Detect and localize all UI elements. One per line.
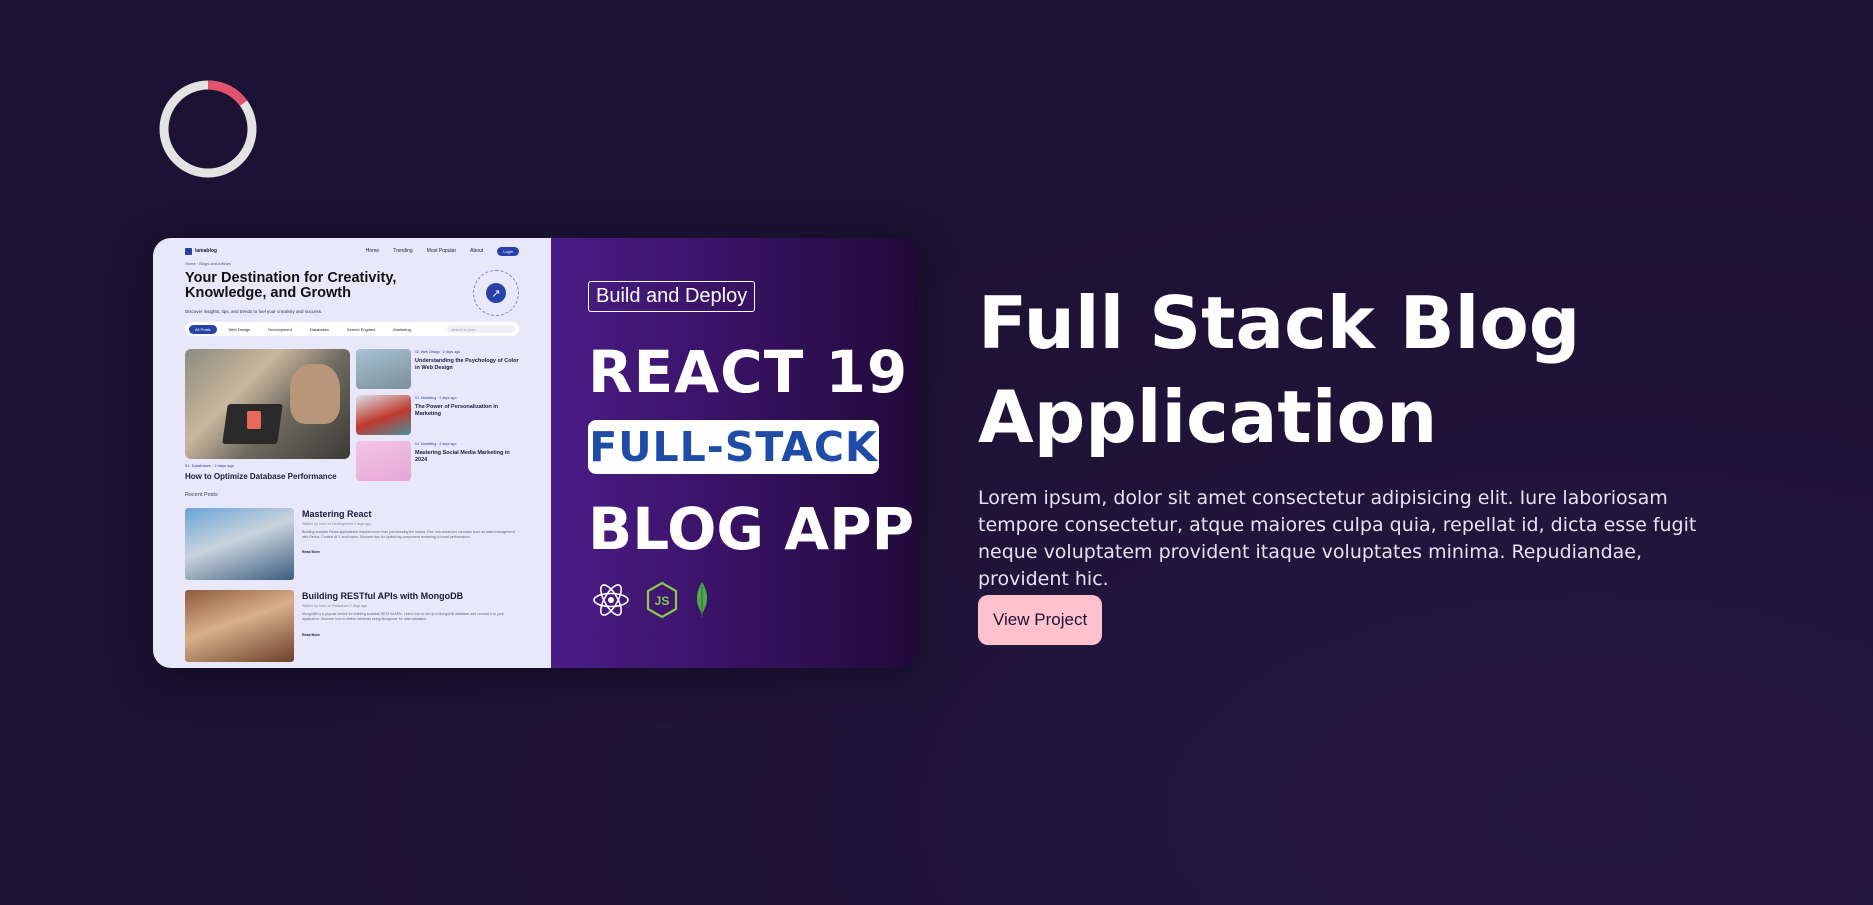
recent-post: Mastering React Written by John on Devel… bbox=[185, 508, 525, 580]
side-post: 04. Marketing · 2 days ago Mastering Soc… bbox=[356, 441, 526, 481]
nodejs-icon: JS bbox=[646, 581, 678, 619]
recent-post-title: Mastering React bbox=[302, 509, 372, 519]
screenshot-search-input: search a post... bbox=[447, 325, 515, 333]
side-post-title: The Power of Personalization in Marketin… bbox=[415, 404, 499, 417]
build-and-deploy-tag: Build and Deploy bbox=[588, 281, 756, 312]
side-post: 02. Web Design · 2 days ago Understandin… bbox=[356, 349, 526, 389]
recent-post-excerpt: MongoDB is a popular choice for building… bbox=[302, 612, 504, 621]
react-icon bbox=[593, 584, 629, 616]
screenshot-nav-links: Home Trending Most Popular About Login bbox=[365, 246, 519, 256]
recent-post-excerpt: Building scalable React applications req… bbox=[302, 530, 515, 539]
blog-app-screenshot: lamablog Home Trending Most Popular Abou… bbox=[153, 238, 551, 668]
recent-post-meta: Written by John on Development 2 days ag… bbox=[302, 522, 371, 526]
featured-post-image bbox=[185, 349, 350, 459]
featured-post-meta: 01. Databases · 2 days ago bbox=[185, 463, 234, 468]
loading-spinner bbox=[159, 80, 257, 178]
recent-post-meta: Written by John on Databases 2 days ago bbox=[302, 604, 367, 608]
screenshot-subtitle: Discover insights, tips, and trends to f… bbox=[185, 309, 323, 314]
promo-line-blog-app: BLOG APP bbox=[588, 495, 915, 563]
breadcrumb: Home › Blogs and Articles bbox=[185, 261, 232, 266]
nav-link-about: About bbox=[470, 248, 484, 254]
arrow-up-right-icon: ↗ bbox=[486, 283, 506, 303]
promo-panel: Build and Deploy REACT 19 FULL-STACK BLO… bbox=[551, 238, 916, 668]
screenshot-navbar: lamablog Home Trending Most Popular Abou… bbox=[185, 244, 519, 258]
screenshot-brand: lamablog bbox=[195, 248, 217, 254]
screenshot-title: Your Destination for Creativity, Knowled… bbox=[185, 270, 397, 301]
project-description: Lorem ipsum, dolor sit amet consectetur … bbox=[978, 487, 1697, 590]
recent-post-title: Building RESTful APIs with MongoDB bbox=[302, 591, 464, 601]
read-more-link: Read More bbox=[302, 633, 320, 637]
recent-post-image bbox=[185, 508, 294, 580]
logo-icon bbox=[185, 247, 192, 255]
project-title: Full Stack Blog Application bbox=[978, 281, 1581, 459]
side-post: 03. Marketing · 2 days ago The Power of … bbox=[356, 395, 526, 435]
side-post-thumbnail bbox=[356, 349, 411, 389]
nav-link-home: Home bbox=[365, 248, 380, 254]
category-filter-bar: All Posts Web Design Development Databas… bbox=[185, 322, 519, 336]
filter-chip-web-design: Web Design bbox=[228, 326, 251, 332]
side-post-meta: 03. Marketing · 2 days ago bbox=[415, 396, 457, 400]
nav-link-trending: Trending bbox=[393, 248, 413, 254]
mongodb-icon bbox=[696, 582, 708, 618]
recent-posts-heading: Recent Posts bbox=[185, 492, 218, 498]
filter-chip-development: Development bbox=[268, 326, 292, 332]
tech-icons: JS bbox=[591, 580, 711, 620]
view-project-button[interactable]: View Project bbox=[978, 595, 1103, 645]
svg-text:JS: JS bbox=[655, 594, 670, 608]
recent-post-image bbox=[185, 590, 294, 662]
promo-line-full-stack: FULL-STACK bbox=[589, 423, 878, 471]
filter-chip-databases: Databases bbox=[309, 326, 329, 332]
side-post-thumbnail bbox=[356, 441, 411, 481]
promo-highlight-box: FULL-STACK bbox=[588, 420, 879, 474]
filter-chip-marketing: Marketing bbox=[393, 326, 411, 332]
side-post-meta: 04. Marketing · 2 days ago bbox=[415, 442, 457, 446]
featured-post-title: How to Optimize Database Performance bbox=[185, 472, 337, 481]
read-more-link: Read More bbox=[302, 550, 320, 554]
side-post-thumbnail bbox=[356, 395, 411, 435]
promo-line-react: REACT 19 bbox=[588, 338, 909, 406]
project-thumbnail-card[interactable]: lamablog Home Trending Most Popular Abou… bbox=[153, 238, 916, 668]
side-post-title: Mastering Social Media Marketing in 2024 bbox=[415, 450, 510, 463]
nav-link-most-popular: Most Popular bbox=[426, 248, 457, 254]
side-post-title: Understanding the Psychology of Color in… bbox=[415, 358, 519, 371]
write-story-badge: ↗ bbox=[473, 270, 519, 316]
login-button: Login bbox=[497, 246, 519, 256]
recent-post: Building RESTful APIs with MongoDB Writt… bbox=[185, 590, 525, 662]
filter-chip-search-engines: Search Engines bbox=[346, 326, 376, 332]
side-post-meta: 02. Web Design · 2 days ago bbox=[415, 350, 461, 354]
filter-chip-all-posts: All Posts bbox=[189, 324, 217, 334]
